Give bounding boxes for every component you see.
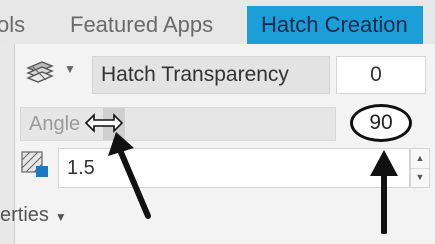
scale-spinner[interactable]: ▲ ▼ <box>410 148 430 188</box>
angle-slider[interactable]: Angle <box>20 107 336 141</box>
tab-featured-apps[interactable]: Featured Apps <box>70 6 213 44</box>
angle-label: Angle <box>29 113 81 135</box>
transparency-icon[interactable] <box>22 58 56 86</box>
dropdown-caret-icon[interactable]: ▼ <box>64 62 76 76</box>
annotation-arrow-angle-slider <box>108 132 151 219</box>
panel-caret-icon[interactable]: ▼ <box>55 210 67 224</box>
panel-title-label: erties <box>0 204 49 226</box>
tab-hatch-creation[interactable]: Hatch Creation <box>247 6 423 44</box>
annotation-arrow-angle-value <box>370 150 398 234</box>
spinner-down-icon[interactable]: ▼ <box>411 168 429 187</box>
hatch-transparency-input[interactable]: 0 <box>336 56 426 94</box>
hatch-scale-icon <box>21 151 48 177</box>
tab-tools[interactable]: ols <box>0 6 25 44</box>
hatch-transparency-label: Hatch Transparency <box>92 56 330 94</box>
ribbon-tab-bar: ols Featured Apps Hatch Creation <box>0 0 435 45</box>
angle-input[interactable]: 90 <box>350 104 412 142</box>
properties-panel-title[interactable]: erties ▼ <box>0 204 67 227</box>
spinner-up-icon[interactable]: ▲ <box>411 149 429 169</box>
